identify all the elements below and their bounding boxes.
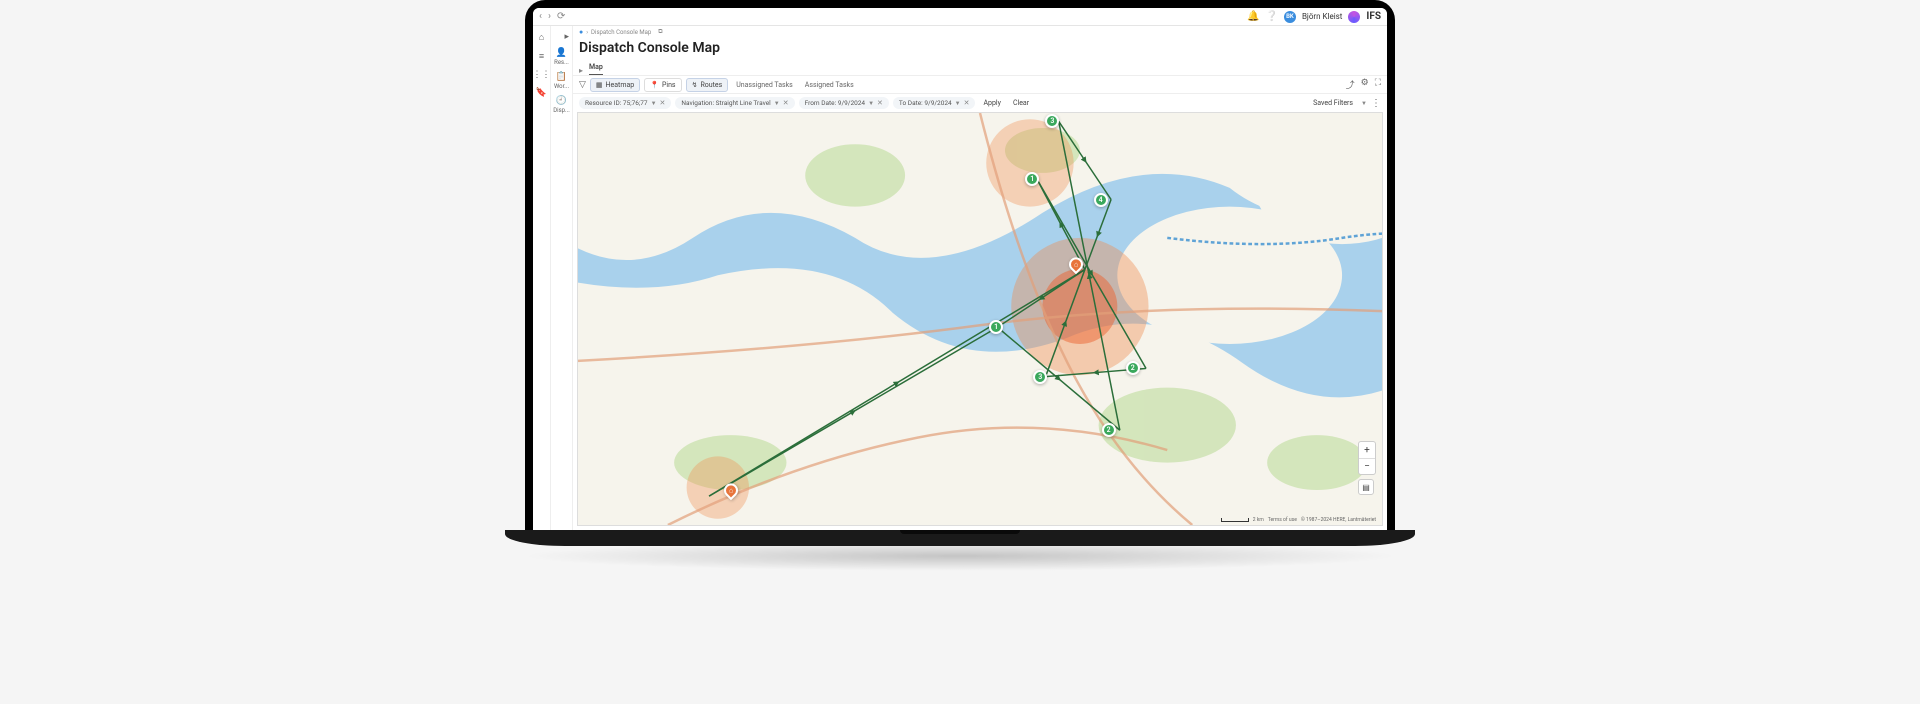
stop-marker[interactable]: 3 (1045, 114, 1059, 128)
route-icon: ↯ (692, 81, 698, 89)
filter-navigation[interactable]: Navigation: Straight Line Travel ▼ ✕ (675, 97, 794, 109)
rail-item-label: Wor... (554, 83, 569, 90)
map[interactable]: ⌂⌂1234123 + − ▤ 2 km Terms of use © 1987… (577, 112, 1383, 526)
heatmap-label: Heatmap (606, 81, 635, 89)
more-icon[interactable]: ⋮ (1371, 98, 1381, 109)
breadcrumb-item[interactable]: Dispatch Console Map (591, 29, 651, 36)
assigned-link[interactable]: Assigned Tasks (801, 79, 858, 91)
terms-link[interactable]: Terms of use (1268, 517, 1297, 523)
filter-label: Navigation: Straight Line Travel (681, 99, 770, 107)
page-title: Dispatch Console Map (573, 38, 1387, 62)
nav-refresh-icon[interactable]: ⟳ (557, 11, 565, 22)
filter-icon[interactable]: ▽ (579, 80, 586, 90)
rail-item-label: Disp... (553, 107, 570, 114)
stop-marker[interactable]: 4 (1094, 193, 1108, 207)
filter-resource[interactable]: Resource ID: 75;76;77 ▼ ✕ (579, 97, 671, 109)
help-icon[interactable]: ❔ (1265, 11, 1277, 22)
chevron-down-icon: ▼ (1361, 100, 1367, 107)
map-controls: + − ▤ (1358, 441, 1376, 495)
close-icon[interactable]: ✕ (660, 99, 666, 107)
open-new-icon[interactable]: ⧉ (658, 28, 662, 36)
heatmap-icon: ▦ (596, 81, 603, 89)
avatar[interactable]: BK (1284, 11, 1296, 23)
stop-marker[interactable]: 2 (1102, 423, 1116, 437)
gear-icon[interactable]: ⚙ (1361, 78, 1369, 91)
person-icon: 👤 (556, 48, 567, 58)
bell-icon[interactable]: 🔔 (1247, 11, 1259, 22)
map-canvas (578, 113, 1382, 525)
user-name: Björn Kleist (1302, 12, 1342, 21)
routes-toggle[interactable]: ↯ Routes (686, 78, 729, 92)
filter-label: From Date: 9/9/2024 (805, 99, 866, 107)
stop-marker[interactable]: 1 (989, 320, 1003, 334)
menu-icon[interactable]: ≡ (539, 51, 544, 62)
clear-button[interactable]: Clear (1009, 97, 1033, 109)
close-icon[interactable]: ✕ (877, 99, 883, 107)
heatmap-toggle[interactable]: ▦ Heatmap (590, 78, 640, 92)
routes-label: Routes (700, 81, 722, 89)
chevron-down-icon: ▼ (651, 100, 657, 107)
filter-to-date[interactable]: To Date: 9/9/2024 ▼ ✕ (893, 97, 976, 109)
breadcrumb-sep: › (586, 29, 588, 36)
scale-label: 2 km (1253, 517, 1264, 523)
page-tabs: ▸ Map (573, 62, 1387, 76)
breadcrumb-dot-icon: ● (579, 28, 583, 36)
module-rail: ▸ 👤 Res... 📋 Wor... 🕘 Disp... (551, 26, 573, 530)
pins-label: Pins (662, 81, 676, 89)
brand-label: IFS (1366, 11, 1381, 22)
unassigned-link[interactable]: Unassigned Tasks (732, 79, 797, 91)
map-attribution: 2 km Terms of use © 1987–2024 HERE, Lant… (1221, 517, 1376, 523)
nav-forward-icon[interactable]: › (548, 11, 551, 22)
bookmark-icon[interactable]: 🔖 (536, 88, 547, 98)
map-toolbar: ▽ ▦ Heatmap 📍 Pins ↯ Routes Unassigned T… (573, 76, 1387, 94)
layers-button[interactable]: ▤ (1358, 479, 1374, 495)
copyright-label: © 1987–2024 HERE, Lantmäteriet (1301, 517, 1376, 523)
scale-bar (1221, 518, 1249, 522)
rail-item-resources[interactable]: 👤 Res... (554, 48, 569, 66)
expand-rail-icon[interactable]: ▸ (564, 32, 569, 42)
close-icon[interactable]: ✕ (964, 99, 970, 107)
nav-back-icon[interactable]: ‹ (539, 11, 542, 22)
nav-rail: ⌂ ≡ ⋮⋮ 🔖 (533, 26, 551, 530)
breadcrumb: ● › Dispatch Console Map ⧉ (573, 26, 1387, 38)
stop-marker[interactable]: 3 (1033, 370, 1047, 384)
rail-item-work[interactable]: 📋 Wor... (554, 72, 569, 90)
pin-icon: 📍 (650, 81, 659, 89)
stop-marker[interactable]: 1 (1025, 172, 1039, 186)
filter-label: To Date: 9/9/2024 (899, 99, 952, 107)
share-icon[interactable]: ⤴ (1346, 78, 1355, 91)
filter-label: Resource ID: 75;76;77 (585, 99, 648, 107)
collapse-panel-icon[interactable]: ▸ (579, 66, 583, 75)
chevron-down-icon: ▼ (955, 100, 961, 107)
ifs-logo-icon (1348, 11, 1360, 23)
fullscreen-icon[interactable]: ⛶ (1375, 78, 1381, 91)
tab-map[interactable]: Map (589, 60, 603, 75)
zoom-control: + − (1358, 441, 1376, 475)
filter-bar: Resource ID: 75;76;77 ▼ ✕ Navigation: St… (573, 94, 1387, 112)
home-icon[interactable]: ⌂ (539, 32, 544, 43)
clock-icon: 🕘 (556, 96, 567, 106)
clipboard-icon: 📋 (556, 72, 567, 82)
rail-item-dispatch[interactable]: 🕘 Disp... (553, 96, 570, 114)
pins-toggle[interactable]: 📍 Pins (644, 78, 681, 92)
filter-from-date[interactable]: From Date: 9/9/2024 ▼ ✕ (799, 97, 889, 109)
stop-marker[interactable]: 2 (1126, 361, 1140, 375)
saved-filters-button[interactable]: Saved Filters (1309, 97, 1357, 109)
app-header: ‹ › ⟳ 🔔 ❔ BK Björn Kleist IFS (533, 8, 1387, 26)
apps-icon[interactable]: ⋮⋮ (533, 70, 551, 80)
chevron-down-icon: ▼ (774, 100, 780, 107)
zoom-out-button[interactable]: − (1359, 458, 1375, 474)
close-icon[interactable]: ✕ (783, 99, 789, 107)
rail-item-label: Res... (554, 59, 569, 66)
zoom-in-button[interactable]: + (1359, 442, 1375, 458)
chevron-down-icon: ▼ (868, 100, 874, 107)
apply-button[interactable]: Apply (979, 97, 1004, 109)
